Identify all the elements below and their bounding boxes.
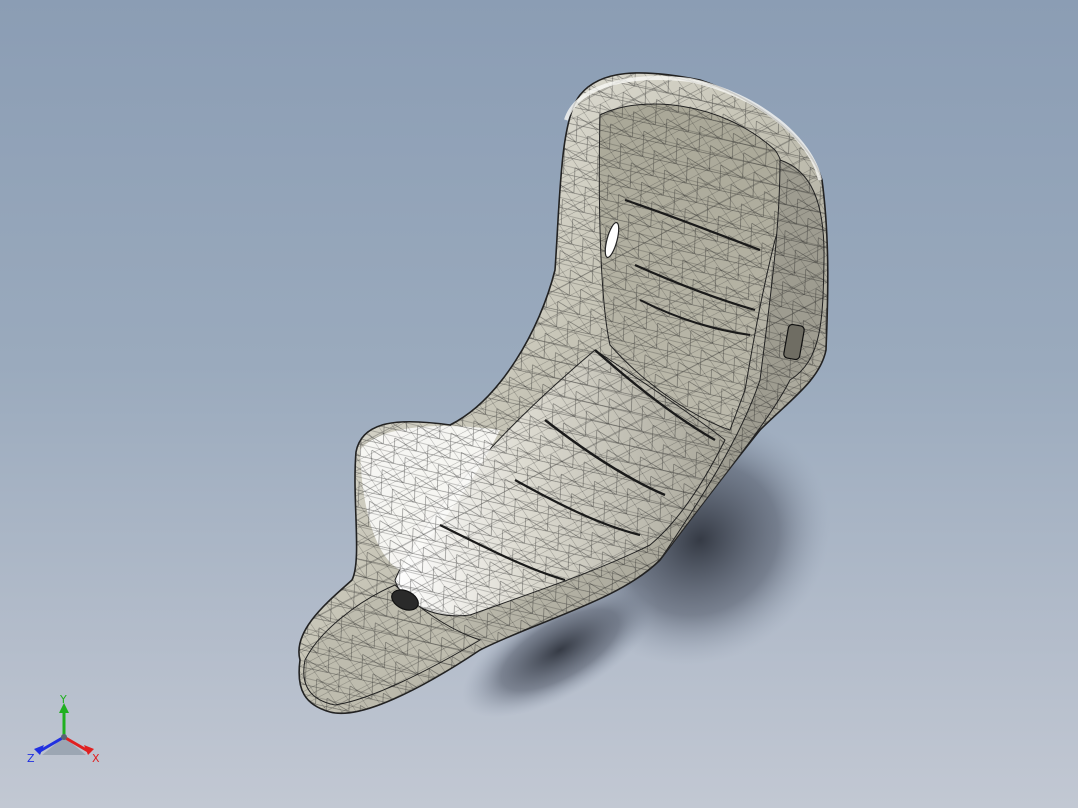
z-axis-label: Z bbox=[27, 752, 35, 765]
graphics-viewport[interactable]: Y X Z bbox=[0, 0, 1078, 808]
3d-model-view[interactable] bbox=[0, 0, 1078, 808]
triad-origin bbox=[61, 734, 67, 740]
orientation-triad[interactable]: Y X Z bbox=[22, 693, 106, 773]
x-axis-label: X bbox=[92, 752, 100, 765]
y-axis-label: Y bbox=[59, 693, 67, 706]
